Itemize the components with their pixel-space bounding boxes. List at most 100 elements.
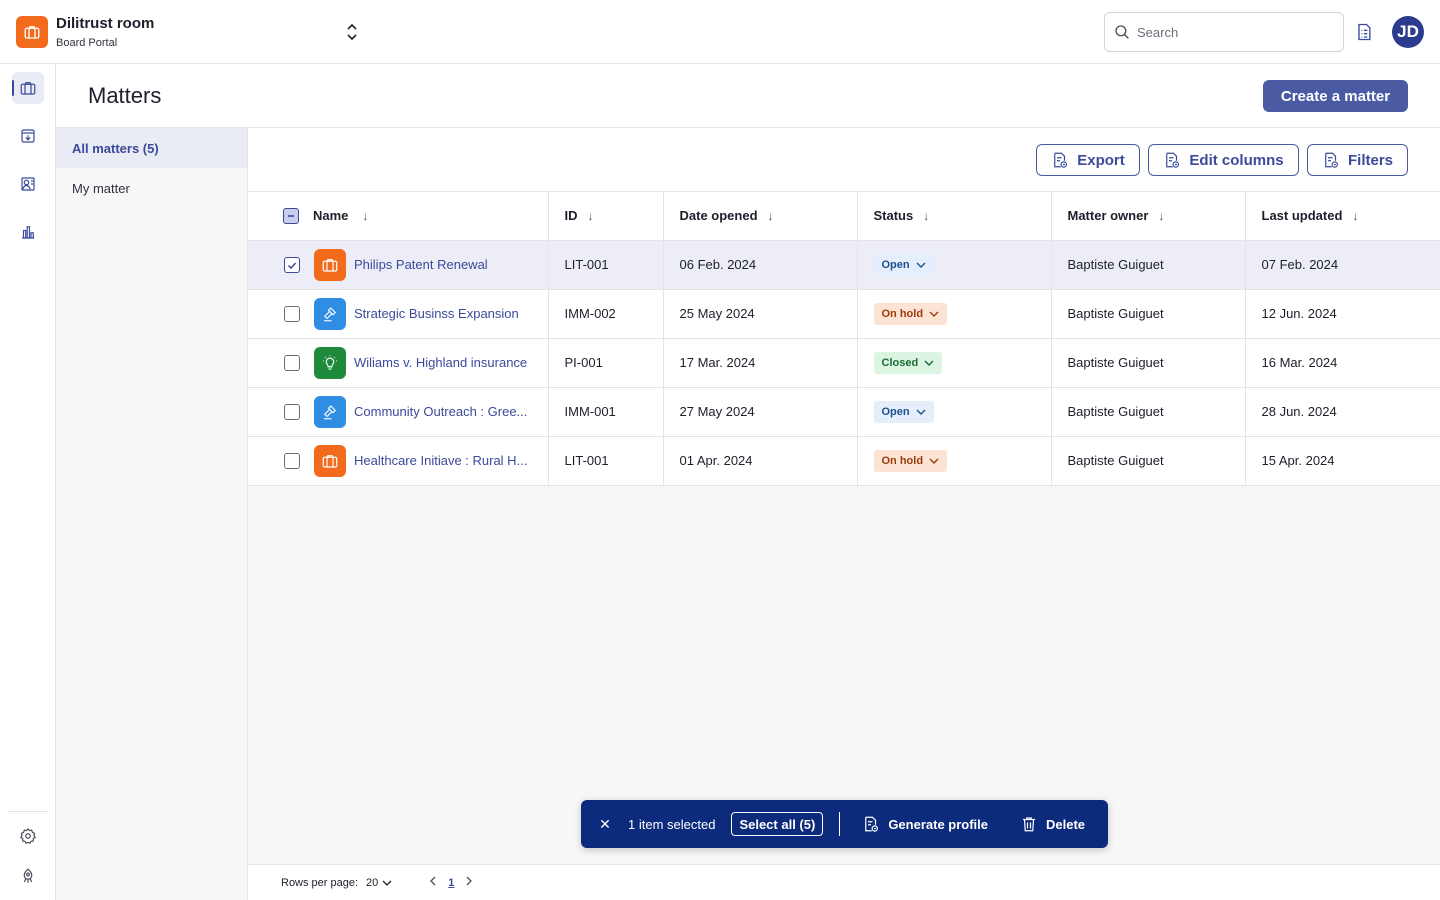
- table-row[interactable]: Philips Patent Renewal LIT-001 06 Feb. 2…: [248, 240, 1440, 290]
- cell-owner: Baptiste Guiguet: [1051, 289, 1246, 339]
- column-header-last-updated[interactable]: Last updated ↓: [1245, 192, 1440, 241]
- matter-name-link[interactable]: Philips Patent Renewal: [354, 257, 488, 272]
- select-all-checkbox[interactable]: [283, 207, 299, 224]
- filters-button[interactable]: Filters: [1307, 144, 1408, 176]
- matters-table: Name ↓ ID ↓ Date opened ↓ Status ↓ Matter o…: [248, 192, 1440, 486]
- cell-owner: Baptiste Guiguet: [1051, 436, 1246, 486]
- rail-item-contacts[interactable]: [12, 168, 44, 200]
- view-item-all-matters[interactable]: All matters (5): [56, 128, 247, 168]
- matter-name-link[interactable]: Strategic Businss Expansion: [354, 306, 519, 321]
- selection-count: 1 item selected: [628, 816, 716, 832]
- status-badge[interactable]: Open: [873, 253, 934, 276]
- rows-per-page-select[interactable]: 20: [366, 877, 392, 889]
- chevron-down-icon: [924, 360, 934, 366]
- row-checkbox[interactable]: [284, 354, 300, 371]
- rail-item-settings[interactable]: [12, 820, 44, 852]
- status-label: Open: [881, 258, 910, 271]
- chevron-down-icon: [347, 34, 357, 41]
- matter-name-link[interactable]: Healthcare Initiave : Rural H...: [354, 453, 527, 468]
- app-subtitle: Board Portal: [56, 37, 118, 49]
- briefcase-icon: [24, 26, 40, 39]
- gavel-icon: [323, 404, 337, 419]
- select-all-button[interactable]: Select all (5): [731, 812, 824, 836]
- column-header-matter-owner[interactable]: Matter owner ↓: [1051, 192, 1246, 241]
- column-header-name[interactable]: Name ↓: [248, 192, 549, 241]
- sort-arrow-icon[interactable]: ↓: [1352, 209, 1358, 223]
- top-bar: Dilitrust room Board Portal JD: [0, 0, 1440, 64]
- selection-action-bar: ✕ 1 item selected Select all (5) Generat…: [581, 800, 1108, 848]
- user-avatar[interactable]: JD: [1392, 16, 1424, 48]
- briefcase-icon: [322, 258, 338, 272]
- search-box[interactable]: [1104, 12, 1344, 52]
- divider: [839, 812, 841, 836]
- chevron-down-icon: [916, 409, 926, 415]
- cell-id: IMM-002: [548, 289, 664, 339]
- page-number[interactable]: 1: [448, 877, 454, 889]
- page-header: Matters Create a matter: [56, 64, 1440, 128]
- row-checkbox[interactable]: [284, 403, 300, 420]
- delete-button[interactable]: Delete: [1020, 815, 1085, 833]
- cell-owner: Baptiste Guiguet: [1051, 387, 1246, 437]
- check-icon: [287, 261, 297, 269]
- next-page-button[interactable]: [466, 876, 473, 889]
- main-content: Export Edit columns Filters Name ↓ ID ↓ …: [248, 128, 1440, 900]
- close-icon[interactable]: ✕: [597, 816, 613, 833]
- sort-arrow-icon[interactable]: ↓: [362, 209, 368, 223]
- generate-profile-button[interactable]: Generate profile: [862, 815, 988, 833]
- pagination-footer: Rows per page: 20 1: [248, 864, 1440, 900]
- columns-icon: [1166, 152, 1180, 168]
- cell-date-opened: 17 Mar. 2024: [663, 338, 858, 388]
- app-switcher[interactable]: [342, 16, 362, 48]
- chevron-down-icon: [382, 880, 392, 886]
- cell-owner: Baptiste Guiguet: [1051, 338, 1246, 388]
- sort-arrow-icon[interactable]: ↓: [588, 209, 594, 223]
- row-checkbox[interactable]: [284, 305, 300, 322]
- column-header-date-opened[interactable]: Date opened ↓: [663, 192, 858, 241]
- rocket-icon: [23, 868, 33, 883]
- rail-item-inbox[interactable]: [12, 120, 44, 152]
- rail-item-analytics[interactable]: [12, 216, 44, 248]
- table-row[interactable]: Community Outreach : Gree... IMM-001 27 …: [248, 387, 1440, 437]
- previous-page-button[interactable]: [430, 876, 436, 889]
- row-checkbox[interactable]: [284, 452, 300, 469]
- document-list-icon[interactable]: [1354, 22, 1374, 42]
- table-row[interactable]: Wiliams v. Highland insurance PI-001 17 …: [248, 338, 1440, 388]
- gavel-icon: [323, 306, 337, 321]
- minus-icon: [288, 214, 294, 217]
- trash-icon: [1023, 817, 1036, 832]
- matter-type-icon: [314, 346, 346, 379]
- matter-type-icon: [314, 248, 346, 281]
- status-badge[interactable]: Closed: [873, 351, 943, 374]
- bar-chart-icon: [22, 226, 34, 239]
- status-badge[interactable]: On hold: [873, 449, 948, 472]
- sort-arrow-icon[interactable]: ↓: [768, 209, 774, 223]
- table-row[interactable]: Healthcare Initiave : Rural H... LIT-001…: [248, 436, 1440, 486]
- table-row[interactable]: Strategic Businss Expansion IMM-002 25 M…: [248, 289, 1440, 339]
- matter-name-link[interactable]: Wiliams v. Highland insurance: [354, 355, 527, 370]
- rail-item-launch[interactable]: [12, 860, 44, 892]
- chevron-down-icon: [929, 458, 939, 464]
- edit-columns-button[interactable]: Edit columns: [1148, 144, 1299, 176]
- status-badge[interactable]: Open: [873, 400, 934, 423]
- sort-arrow-icon[interactable]: ↓: [923, 209, 929, 223]
- rows-per-page-value: 20: [366, 876, 379, 889]
- export-button[interactable]: Export: [1036, 144, 1140, 176]
- lightbulb-icon: [323, 355, 337, 370]
- search-input[interactable]: [1137, 24, 1327, 40]
- column-header-status[interactable]: Status ↓: [857, 192, 1052, 241]
- create-matter-button[interactable]: Create a matter: [1263, 80, 1408, 112]
- view-item-my-matter[interactable]: My matter: [56, 168, 247, 208]
- sort-arrow-icon[interactable]: ↓: [1158, 209, 1164, 223]
- matter-name-link[interactable]: Community Outreach : Gree...: [354, 404, 527, 419]
- page-title: Matters: [88, 83, 162, 108]
- status-badge[interactable]: On hold: [873, 302, 948, 325]
- row-checkbox[interactable]: [284, 256, 300, 273]
- column-header-id[interactable]: ID ↓: [548, 192, 664, 241]
- briefcase-icon: [20, 82, 36, 95]
- matter-type-icon: [314, 395, 346, 428]
- rail-item-matters[interactable]: [12, 72, 44, 104]
- cell-date-opened: 06 Feb. 2024: [663, 240, 858, 290]
- cell-last-updated: 28 Jun. 2024: [1245, 387, 1440, 437]
- rows-per-page-label: Rows per page:: [281, 876, 359, 889]
- status-label: Open: [881, 405, 910, 418]
